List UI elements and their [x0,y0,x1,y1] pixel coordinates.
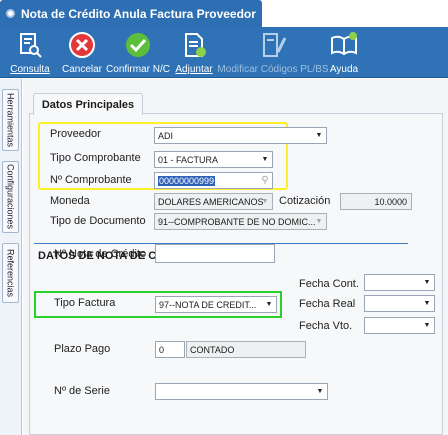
sidebar-tab-configuraciones[interactable]: Configuraciones [2,161,19,233]
proveedor-select[interactable]: ADI ▼ [154,127,327,144]
tipo-documento-value: 91--COMPROBANTE DE NO DOMIC... [158,216,316,227]
fecha-real-select[interactable]: ▼ [364,295,435,312]
nro-comprobante-value: 00000000999 [158,175,216,186]
chevron-down-icon: ▼ [423,300,431,307]
chevron-down-icon: ▼ [261,156,269,163]
moneda-value: DOLARES AMERICANOS [158,196,264,207]
plazo-pago-desc: CONTADO [186,341,306,358]
cancel-icon [69,32,95,58]
tipo-comprobante-value: 01 - FACTURA [158,154,219,165]
chevron-down-icon: ▼ [423,279,431,286]
ayuda-button[interactable]: Ayuda [328,27,360,78]
tipo-factura-value: 97--NOTA DE CREDIT... [159,299,257,310]
tipo-factura-select[interactable]: 97--NOTA DE CREDIT... ▼ [155,296,277,313]
cotizacion-field: 10.0000 [340,193,412,210]
nro-comprobante-input[interactable]: 00000000999 ⚲ [154,172,273,189]
chevron-down-icon: ▼ [315,218,323,225]
nro-comprobante-label: Nº Comprobante [50,174,132,186]
cotizacion-value: 10.0000 [374,196,407,207]
tab-datos-principales[interactable]: Datos Principales [33,93,143,115]
plazo-pago-label: Plazo Pago [54,343,111,355]
moneda-select[interactable]: DOLARES AMERICANOS ▼ [154,193,273,210]
adjuntar-label: Adjuntar [175,64,213,75]
cotizacion-label: Cotización [279,195,331,207]
document-search-icon [20,33,42,58]
moneda-label: Moneda [50,195,90,207]
plazo-pago-value: 0 [159,344,165,355]
confirmar-nc-button[interactable]: Confirmar N/C [106,27,170,78]
sidebar-tab-referencias[interactable]: Referencias [2,243,19,303]
nro-nota-label: Nº Nota de Crédito [54,248,147,260]
fecha-real-label: Fecha Real [299,298,356,310]
help-book-icon [331,32,357,56]
edit-document-icon [263,33,287,57]
toolbar: Consulta Cancelar Confirmar N/C Adjuntar [0,27,448,78]
ayuda-label: Ayuda [329,64,359,75]
adjuntar-button[interactable]: Adjuntar [172,27,216,78]
cancelar-button[interactable]: Cancelar [60,27,104,78]
modificar-label: Modificar Códigos PL/BS [217,64,329,75]
checkmark-icon [126,33,150,57]
window-title: Nota de Crédito Anula Factura Proveedor [21,6,256,21]
nro-nota-input[interactable] [155,244,275,263]
consulta-label: Consulta [10,64,50,75]
side-tab-bar: Herramientas Configuraciones Referencias [0,79,22,435]
confirmar-label: Confirmar N/C [106,64,170,75]
tipo-comprobante-label: Tipo Comprobante [50,152,141,164]
tipo-comprobante-select[interactable]: 01 - FACTURA ▼ [154,151,273,168]
chevron-down-icon: ▼ [261,198,269,205]
tipo-factura-label: Tipo Factura [54,297,116,309]
tipo-documento-label: Tipo de Documento [50,215,146,227]
proveedor-value: ADI [158,130,174,141]
chevron-down-icon: ▼ [315,132,323,139]
chevron-down-icon: ▼ [265,301,273,308]
plazo-pago-input[interactable]: 0 [155,341,185,358]
sidebar-tab-herramientas[interactable]: Herramientas [2,89,19,151]
attach-document-icon [185,33,206,57]
window-title-tab: Nota de Crédito Anula Factura Proveedor [0,0,262,27]
cancelar-label: Cancelar [61,64,103,75]
consulta-button[interactable]: Consulta [4,27,56,78]
fecha-cont-select[interactable]: ▼ [364,274,435,291]
tipo-documento-select[interactable]: 91--COMPROBANTE DE NO DOMIC... ▼ [154,213,327,230]
nro-serie-label: Nº de Serie [54,385,110,397]
modificar-codigos-button[interactable]: Modificar Códigos PL/BS [217,27,329,78]
proveedor-label: Proveedor [50,128,101,140]
fecha-cont-label: Fecha Cont. [299,278,359,290]
fecha-vto-select[interactable]: ▼ [364,317,435,334]
fecha-vto-label: Fecha Vto. [299,320,353,332]
nro-serie-select[interactable]: ▼ [155,383,328,400]
chevron-down-icon: ▼ [423,322,431,329]
plazo-pago-desc-value: CONTADO [190,344,235,355]
window-dot-icon [6,9,15,18]
chevron-down-icon: ▼ [316,388,324,395]
search-icon[interactable]: ⚲ [258,173,272,188]
